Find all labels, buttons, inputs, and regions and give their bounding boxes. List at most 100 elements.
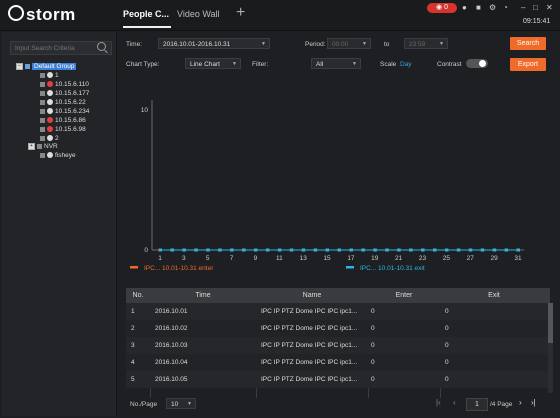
user-icon[interactable]: ●: [462, 3, 467, 12]
search-icon[interactable]: [97, 42, 106, 51]
x-tick-label: 11: [276, 255, 283, 262]
tree-label: 10.15.6.22: [55, 99, 86, 106]
legend-label[interactable]: IPC... 10.01-10.31 enter: [144, 265, 214, 272]
data-point[interactable]: [421, 248, 425, 252]
data-point[interactable]: [493, 248, 497, 252]
data-point[interactable]: [326, 248, 330, 252]
data-point[interactable]: [481, 248, 485, 252]
data-point[interactable]: [242, 248, 246, 252]
period-from-select[interactable]: 00:00 ▼: [327, 38, 371, 49]
data-point[interactable]: [349, 248, 353, 252]
tree-group-default[interactable]: − Default Group: [16, 62, 77, 71]
camera-icon: [47, 99, 53, 106]
tab-video-wall[interactable]: Video Wall: [177, 9, 220, 19]
tree-item-camera[interactable]: 10.15.6.234: [40, 107, 89, 116]
tab-people-counting[interactable]: People C...: [123, 9, 169, 19]
tree-item-fisheye[interactable]: fisheye: [40, 151, 76, 160]
data-point[interactable]: [373, 248, 377, 252]
data-point[interactable]: [230, 248, 234, 252]
data-point[interactable]: [338, 248, 341, 252]
data-point[interactable]: [194, 248, 198, 252]
data-point[interactable]: [409, 248, 413, 252]
per-page-select[interactable]: 10 ▼: [166, 398, 196, 409]
table-scroll-thumb[interactable]: [548, 303, 553, 343]
tree-item-camera[interactable]: 1: [40, 71, 59, 80]
minimize-icon[interactable]: –: [521, 3, 525, 12]
column-header-exit[interactable]: Exit: [440, 288, 548, 303]
export-button[interactable]: Export: [510, 58, 546, 71]
maximize-icon[interactable]: □: [533, 3, 538, 12]
chevron-down-icon: ▼: [439, 41, 444, 47]
next-page-icon[interactable]: ›: [519, 398, 522, 407]
add-tab-button[interactable]: +: [236, 4, 245, 22]
data-point[interactable]: [290, 248, 294, 252]
column-header-enter[interactable]: Enter: [368, 288, 440, 303]
data-point[interactable]: [314, 248, 318, 252]
data-point[interactable]: [433, 248, 437, 252]
table-cell: 2016.10.05: [155, 376, 188, 383]
period-to-select[interactable]: 23:59 ▼: [404, 38, 448, 49]
tree-item-camera[interactable]: 10.15.6.98: [40, 125, 86, 134]
alarm-badge[interactable]: ◉ 0: [427, 3, 457, 13]
tree-item-nvr[interactable]: + NVR: [28, 142, 58, 151]
data-point[interactable]: [254, 248, 258, 252]
data-point[interactable]: [302, 248, 306, 252]
data-point[interactable]: [266, 248, 270, 252]
tree-item-camera[interactable]: 10.15.6.22: [40, 98, 86, 107]
camera-icon: [47, 135, 53, 142]
x-tick-label: 7: [230, 255, 234, 262]
expand-icon[interactable]: +: [28, 142, 35, 150]
data-point[interactable]: [206, 248, 210, 252]
camera-icon: [47, 126, 53, 133]
gear-icon[interactable]: ⚙: [489, 3, 496, 12]
last-page-icon[interactable]: ›|: [531, 398, 536, 407]
data-point[interactable]: [182, 248, 186, 252]
data-point[interactable]: [469, 248, 473, 252]
data-point[interactable]: [218, 248, 222, 252]
lock-icon[interactable]: ■: [476, 3, 481, 12]
search-input[interactable]: [11, 42, 99, 54]
search-button[interactable]: Search: [510, 37, 546, 50]
data-point[interactable]: [159, 248, 162, 252]
tree-item-camera[interactable]: 10.15.6.86: [40, 116, 86, 125]
data-point[interactable]: [385, 248, 389, 252]
tree-label: 2: [55, 135, 59, 142]
table-cell: 0: [371, 342, 375, 349]
first-page-icon[interactable]: |‹: [436, 398, 441, 407]
column-header-name[interactable]: Name: [256, 288, 368, 303]
data-point[interactable]: [278, 248, 282, 252]
data-point[interactable]: [361, 248, 365, 252]
filter-select[interactable]: All ▼: [311, 58, 361, 69]
data-point[interactable]: [170, 248, 174, 252]
logo-text: storm: [26, 5, 76, 24]
contrast-toggle[interactable]: [466, 59, 488, 68]
collapse-icon[interactable]: −: [16, 62, 23, 70]
camera-icon: [47, 108, 53, 115]
dashboard-icon[interactable]: ◔: [503, 3, 508, 12]
legend-label[interactable]: IPC... 10.01-10.31 exit: [360, 265, 425, 272]
table-cell: 0: [445, 325, 449, 332]
prev-page-icon[interactable]: ‹: [453, 398, 456, 407]
table-cell: IPC IP PTZ Dome IPC IPC ipc1...: [261, 308, 358, 315]
data-point[interactable]: [445, 248, 449, 252]
tree-item-camera[interactable]: 10.15.6.110: [40, 80, 89, 89]
time-range-select[interactable]: 2016.10.01-2016.10.31 ▼: [158, 38, 270, 49]
data-point[interactable]: [505, 248, 509, 252]
column-header-time[interactable]: Time: [150, 288, 256, 303]
device-icon: [40, 81, 45, 87]
scale-value[interactable]: Day: [400, 61, 412, 68]
alarm-bell-icon: ◉: [436, 4, 445, 11]
data-point[interactable]: [457, 248, 461, 252]
page-number-input[interactable]: 1: [466, 398, 488, 411]
column-header-no[interactable]: No.: [126, 288, 150, 303]
x-tick-label: 3: [182, 255, 186, 262]
chart-type-select[interactable]: Line Chart ▼: [185, 58, 241, 69]
close-icon[interactable]: ✕: [546, 3, 553, 12]
tree-label: 10.15.6.234: [55, 108, 90, 115]
data-point[interactable]: [397, 248, 401, 252]
clock: 09:15:41: [523, 18, 551, 25]
table-cell: 3: [131, 342, 135, 349]
tree-item-camera[interactable]: 10.15.6.177: [40, 89, 89, 98]
data-point[interactable]: [517, 248, 520, 252]
tree-label: Default Group: [32, 63, 77, 70]
